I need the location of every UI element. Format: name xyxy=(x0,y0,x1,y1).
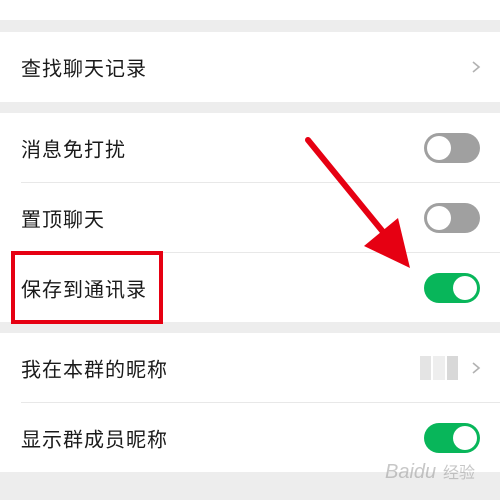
search-chat-history-label: 查找聊天记录 xyxy=(21,56,147,81)
toggle-knob xyxy=(427,206,451,230)
toggle-knob xyxy=(453,426,477,450)
chevron-right-icon xyxy=(472,362,481,374)
mute-notifications-toggle[interactable] xyxy=(424,133,480,163)
mute-notifications-label: 消息免打扰 xyxy=(21,137,126,162)
save-to-contacts-toggle[interactable] xyxy=(424,273,480,303)
my-group-nickname-label: 我在本群的昵称 xyxy=(21,357,168,382)
search-group: 查找聊天记录 xyxy=(0,32,500,102)
mute-notifications-row: 消息免打扰 xyxy=(0,113,500,183)
toggle-knob xyxy=(453,276,477,300)
chevron-right-icon xyxy=(472,61,481,73)
show-member-nicknames-toggle[interactable] xyxy=(424,423,480,453)
annotation-highlight-box xyxy=(11,251,163,324)
previous-section-card xyxy=(0,0,500,20)
pin-chat-toggle[interactable] xyxy=(424,203,480,233)
baidu-watermark-logo: Baidu 经验 xyxy=(385,461,475,483)
blurred-nickname-value xyxy=(420,356,458,380)
pin-chat-label: 置顶聊天 xyxy=(21,207,105,232)
svg-text:Baidu: Baidu xyxy=(385,461,436,483)
search-chat-history-row[interactable]: 查找聊天记录 xyxy=(0,32,500,102)
toggle-knob xyxy=(427,136,451,160)
my-group-nickname-row[interactable]: 我在本群的昵称 xyxy=(0,333,500,403)
pin-chat-row: 置顶聊天 xyxy=(0,183,500,253)
show-member-nicknames-label: 显示群成员昵称 xyxy=(21,427,168,452)
svg-text:经验: 经验 xyxy=(443,463,475,482)
